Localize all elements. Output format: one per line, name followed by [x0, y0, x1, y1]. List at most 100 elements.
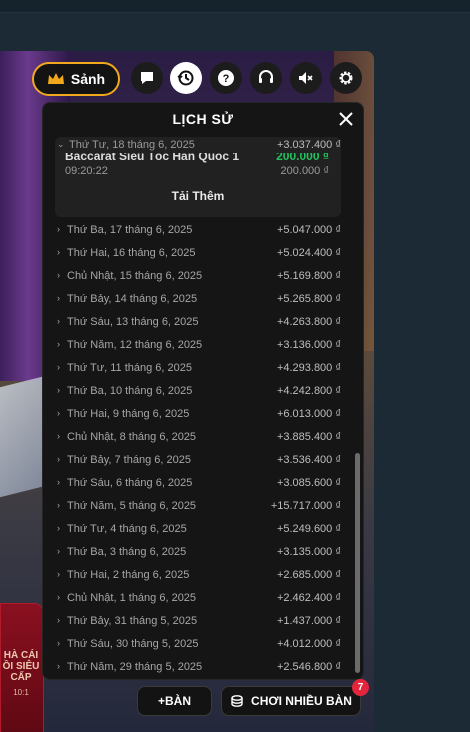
chevron-right-icon: ›: [57, 408, 60, 418]
row-date: Thứ Tư, 11 tháng 6, 2025: [67, 362, 193, 374]
row-amount: +3.885.400 ₫: [276, 431, 341, 443]
top-bar: [0, 0, 470, 13]
add-table-label: +BÀN: [157, 694, 191, 708]
row-date: Thứ Năm, 12 tháng 6, 2025: [67, 339, 203, 351]
chevron-right-icon: ›: [57, 247, 60, 257]
row-amount: +3.536.400 ₫: [276, 454, 341, 466]
history-day-row[interactable]: › Thứ Năm, 5 tháng 6, 2025 +15.717.000 ₫: [55, 496, 341, 518]
history-day-row[interactable]: › Thứ Sáu, 6 tháng 6, 2025 +3.085.600 ₫: [55, 473, 341, 495]
history-panel: LỊCH SỬ ⌄ Thứ Tư, 18 tháng 6, 2025 +3.03…: [42, 102, 364, 680]
row-date: Thứ Ba, 17 tháng 6, 2025: [67, 224, 193, 236]
sound-button[interactable]: [290, 62, 322, 94]
history-day-row[interactable]: › Thứ Bảy, 31 tháng 5, 2025 +1.437.000 ₫: [55, 611, 341, 633]
history-day-row[interactable]: › Thứ Năm, 29 tháng 5, 2025 +2.546.800 ₫: [55, 657, 341, 679]
row-date: Thứ Ba, 10 tháng 6, 2025: [67, 385, 193, 397]
chevron-right-icon: ›: [57, 661, 60, 671]
chat-button[interactable]: [131, 62, 163, 94]
row-date: Thứ Sáu, 30 tháng 5, 2025: [67, 638, 199, 650]
row-date: Thứ Sáu, 6 tháng 6, 2025: [67, 477, 193, 489]
multi-table-label: CHƠI NHIỀU BÀN: [251, 694, 352, 708]
scrollbar-thumb[interactable]: [355, 453, 360, 673]
row-date: Thứ Ba, 3 tháng 6, 2025: [67, 546, 187, 558]
chevron-right-icon: ›: [57, 523, 60, 533]
chevron-right-icon: ›: [57, 477, 60, 487]
history-day-row[interactable]: › Thứ Bảy, 7 tháng 6, 2025 +3.536.400 ₫: [55, 450, 341, 472]
history-day-row[interactable]: › Chủ Nhật, 1 tháng 6, 2025 +2.462.400 ₫: [55, 588, 341, 610]
row-date: Thứ Bảy, 31 tháng 5, 2025: [67, 615, 198, 627]
chevron-right-icon: ›: [57, 592, 60, 602]
row-date: Thứ Bảy, 7 tháng 6, 2025: [67, 454, 191, 466]
history-day-row[interactable]: › Thứ Hai, 9 tháng 6, 2025 +6.013.000 ₫: [55, 404, 341, 426]
notification-badge: 7: [352, 679, 369, 696]
game-time: 09:20:22: [65, 165, 108, 177]
promo-banner[interactable]: HÀ CÁI ỒI SIÊU CẤP 10:1: [0, 603, 44, 732]
row-date: Thứ Năm, 5 tháng 6, 2025: [67, 500, 197, 512]
expanded-day-date: Thứ Tư, 18 tháng 6, 2025: [69, 139, 195, 151]
chevron-right-icon: ›: [57, 316, 60, 326]
row-date: Thứ Hai, 16 tháng 6, 2025: [67, 247, 196, 259]
svg-text:?: ?: [223, 73, 230, 85]
history-day-row[interactable]: › Chủ Nhật, 15 tháng 6, 2025 +5.169.800 ₫: [55, 266, 341, 288]
history-button[interactable]: [170, 62, 202, 94]
settings-button[interactable]: [330, 62, 362, 94]
row-date: Thứ Sáu, 13 tháng 6, 2025: [67, 316, 199, 328]
row-amount: +4.012.000 ₫: [276, 638, 341, 650]
history-day-row[interactable]: › Thứ Tư, 4 tháng 6, 2025 +5.249.600 ₫: [55, 519, 341, 541]
row-amount: +5.169.800 ₫: [276, 270, 341, 282]
support-button[interactable]: [250, 62, 282, 94]
load-more-button[interactable]: Tải Thêm: [55, 189, 341, 203]
row-date: Thứ Bảy, 14 tháng 6, 2025: [67, 293, 198, 305]
row-date: Thứ Năm, 29 tháng 5, 2025: [67, 661, 203, 673]
history-day-row[interactable]: › Thứ Tư, 11 tháng 6, 2025 +4.293.800 ₫: [55, 358, 341, 380]
history-day-row[interactable]: › Thứ Ba, 10 tháng 6, 2025 +4.242.800 ₫: [55, 381, 341, 403]
multi-table-button[interactable]: CHƠI NHIỀU BÀN: [221, 686, 361, 716]
crown-icon: [47, 73, 64, 84]
row-date: Thứ Hai, 2 tháng 6, 2025: [67, 569, 190, 581]
row-date: Chủ Nhật, 15 tháng 6, 2025: [67, 270, 203, 282]
history-day-row[interactable]: › Thứ Bảy, 14 tháng 6, 2025 +5.265.800 ₫: [55, 289, 341, 311]
lobby-label: Sảnh: [70, 71, 106, 87]
row-date: Chủ Nhật, 8 tháng 6, 2025: [67, 431, 197, 443]
chevron-right-icon: ›: [57, 615, 60, 625]
history-day-row[interactable]: › Chủ Nhật, 8 tháng 6, 2025 +3.885.400 ₫: [55, 427, 341, 449]
help-button[interactable]: ?: [210, 62, 242, 94]
chip-stack-icon: [231, 695, 243, 707]
chevron-right-icon: ›: [57, 454, 60, 464]
row-date: Thứ Tư, 4 tháng 6, 2025: [67, 523, 187, 535]
history-day-row[interactable]: › Thứ Năm, 12 tháng 6, 2025 +3.136.000 ₫: [55, 335, 341, 357]
row-amount: +3.085.600 ₫: [276, 477, 341, 489]
history-day-row[interactable]: › Thứ Sáu, 30 tháng 5, 2025 +4.012.000 ₫: [55, 634, 341, 656]
sound-muted-icon: [299, 72, 313, 84]
chevron-right-icon: ›: [57, 500, 60, 510]
chevron-right-icon: ›: [57, 546, 60, 556]
row-amount: +2.546.800 ₫: [276, 661, 341, 673]
close-icon[interactable]: [337, 110, 355, 128]
history-day-row[interactable]: › Thứ Ba, 3 tháng 6, 2025 +3.135.000 ₫: [55, 542, 341, 564]
expanded-day-header[interactable]: ⌄ Thứ Tư, 18 tháng 6, 2025 +3.037.400 ₫: [55, 139, 341, 153]
history-day-row[interactable]: › Thứ Hai, 2 tháng 6, 2025 +2.685.000 ₫: [55, 565, 341, 587]
promo-text: HÀ CÁI ỒI SIÊU CẤP: [2, 650, 40, 683]
history-day-row[interactable]: › Thứ Ba, 17 tháng 6, 2025 +5.047.000 ₫: [55, 220, 341, 242]
chevron-right-icon: ›: [57, 569, 60, 579]
row-date: Chủ Nhật, 1 tháng 6, 2025: [67, 592, 197, 604]
row-amount: +3.136.000 ₫: [276, 339, 341, 351]
row-amount: +5.047.000 ₫: [276, 224, 341, 236]
add-table-button[interactable]: +BÀN: [137, 686, 212, 716]
chevron-right-icon: ›: [57, 270, 60, 280]
history-day-row[interactable]: › Thứ Sáu, 13 tháng 6, 2025 +4.263.800 ₫: [55, 312, 341, 334]
support-headset-icon: [259, 70, 273, 83]
row-amount: +15.717.000 ₫: [270, 500, 341, 512]
lobby-button[interactable]: Sảnh: [32, 62, 120, 96]
chevron-right-icon: ›: [57, 362, 60, 372]
history-list[interactable]: ⌄ Thứ Tư, 18 tháng 6, 2025 +3.037.400 ₫ …: [43, 135, 353, 679]
help-icon: ?: [218, 70, 234, 86]
expanded-day-card: ⌄ Thứ Tư, 18 tháng 6, 2025 +3.037.400 ₫ …: [55, 137, 341, 217]
chevron-down-icon: ⌄: [57, 139, 65, 149]
scrollbar[interactable]: [355, 137, 360, 673]
row-amount: +1.437.000 ₫: [276, 615, 341, 627]
panel-title: LỊCH SỬ: [172, 111, 234, 127]
row-amount: +2.462.400 ₫: [276, 592, 341, 604]
chevron-right-icon: ›: [57, 224, 60, 234]
history-day-row[interactable]: › Thứ Hai, 16 tháng 6, 2025 +5.024.400 ₫: [55, 243, 341, 265]
row-amount: +4.263.800 ₫: [276, 316, 341, 328]
